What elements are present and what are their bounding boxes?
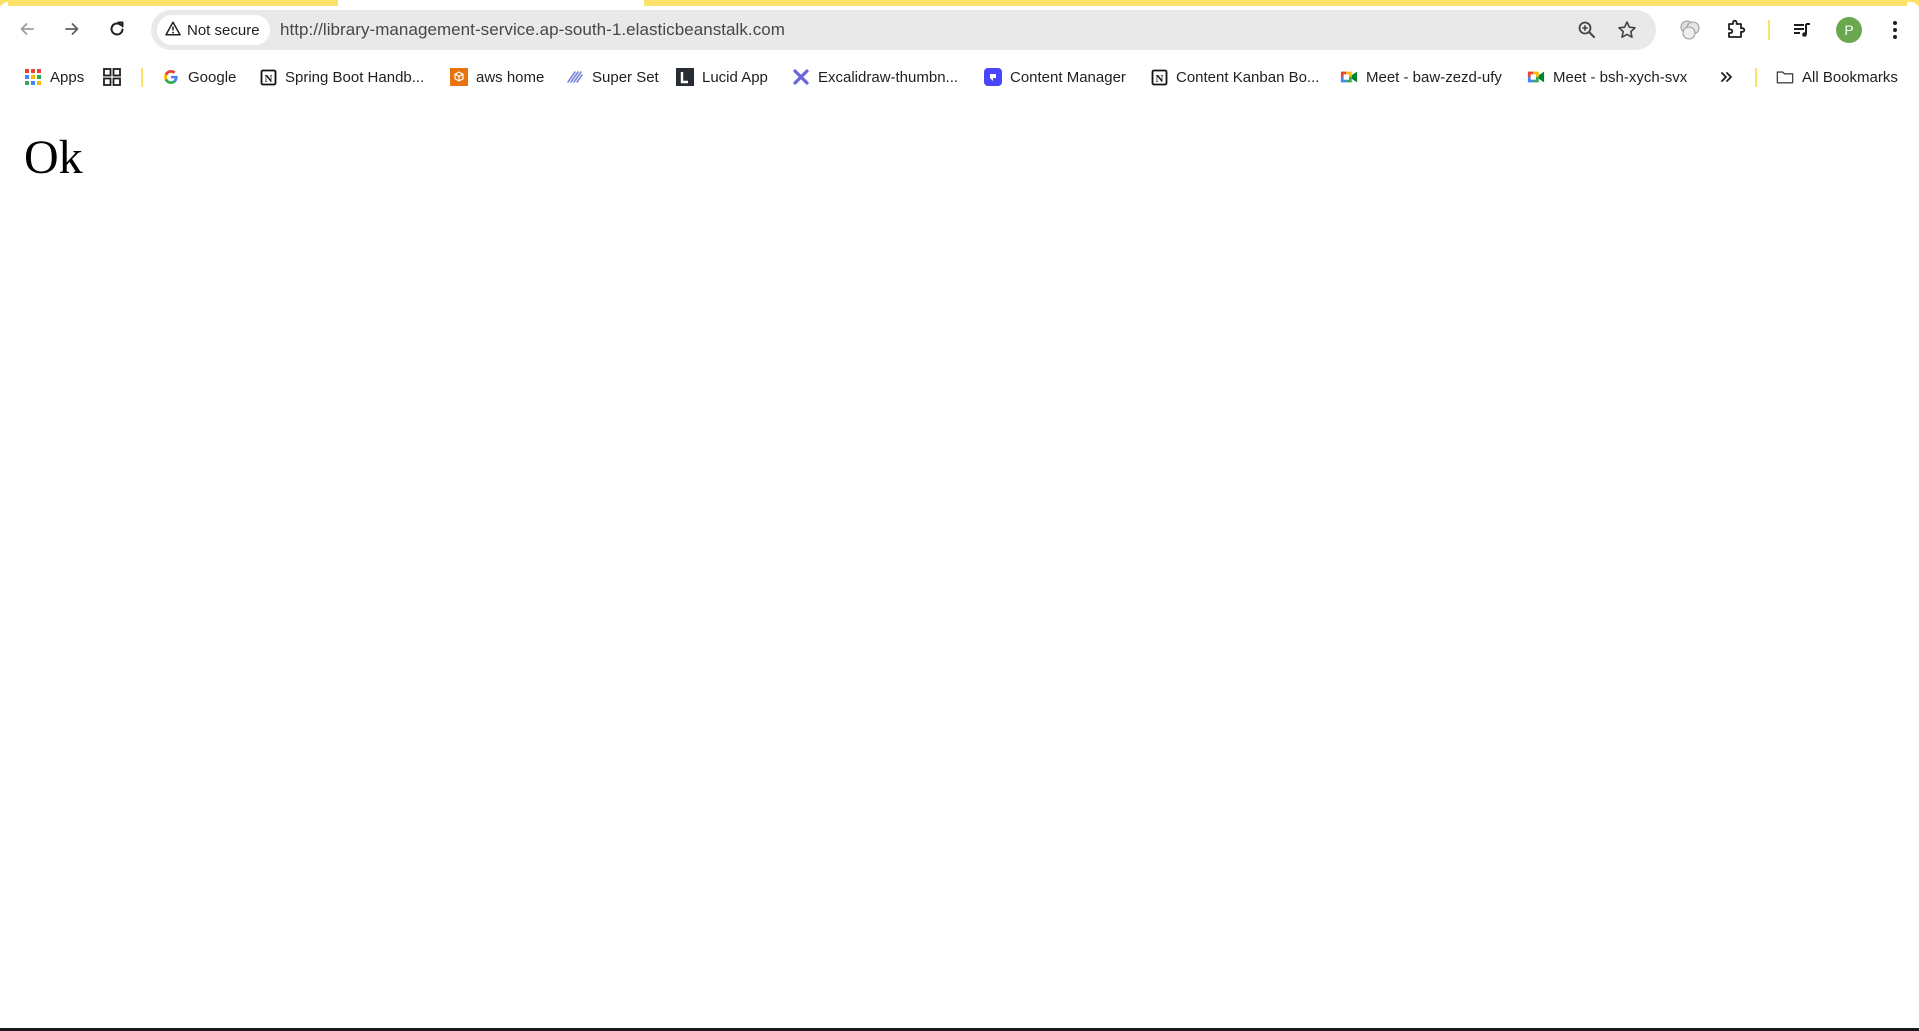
bookmarks-overflow-button[interactable] [1718, 62, 1736, 92]
chevron-double-right-icon [1718, 68, 1736, 86]
aws-icon [450, 68, 468, 86]
bookmark-label: Meet - baw-zezd-ufy [1366, 68, 1502, 86]
bookmark-google[interactable]: Google [162, 62, 236, 92]
bookmark-meet-baw-zezd-ufy[interactable]: Meet - baw-zezd-ufy [1340, 62, 1502, 92]
google-meet-icon [1527, 68, 1545, 86]
bookmarks-divider [1755, 68, 1757, 87]
apps-grid-icon [24, 68, 42, 86]
bookmark-spring-boot-handbook[interactable]: N Spring Boot Handb... [259, 62, 424, 92]
bookmark-super-set[interactable]: Super Set [566, 62, 659, 92]
bookmark-aws-home[interactable]: aws home [450, 62, 544, 92]
bookmark-meet-bsh-xych-svx[interactable]: Meet - bsh-xych-svx [1527, 62, 1687, 92]
bookmark-label: Meet - bsh-xych-svx [1553, 68, 1688, 86]
notion-icon: N [259, 68, 277, 86]
bookmark-label: Super Set [592, 68, 659, 86]
bookmark-label: Apps [50, 68, 85, 86]
bookmark-excalidraw[interactable]: Excalidraw-thumbn... [792, 62, 958, 92]
reload-button[interactable] [100, 12, 134, 46]
media-playlist-icon[interactable] [1787, 15, 1817, 45]
svg-text:N: N [1155, 73, 1163, 85]
puzzle-icon[interactable] [1721, 15, 1751, 45]
extension-blob-icon[interactable] [1675, 15, 1705, 45]
bookmark-label: Lucid App [702, 68, 768, 86]
notion-icon: N [1150, 68, 1168, 86]
bookmark-label: Content Kanban Bo... [1176, 68, 1320, 86]
bookmark-label: Excalidraw-thumbn... [818, 68, 959, 86]
address-bar[interactable]: Not secure http://library-management-ser… [151, 10, 1656, 50]
bookmarks-divider [141, 68, 143, 87]
tab-groups-icon [103, 68, 121, 86]
url-text[interactable]: http://library-management-service.ap-sou… [280, 20, 785, 40]
star-icon[interactable] [1615, 18, 1639, 42]
profile-initial: P [1844, 22, 1854, 38]
toolbar-divider [1768, 20, 1770, 40]
security-indicator-button[interactable]: Not secure [157, 15, 270, 45]
page-body-text: Ok [24, 131, 83, 184]
arrow-left-icon [18, 20, 36, 38]
bookmark-content-kanban[interactable]: N Content Kanban Bo... [1150, 62, 1319, 92]
security-label: Not secure [187, 21, 260, 39]
warning-triangle-icon [165, 20, 181, 40]
bookmark-label: aws home [476, 68, 545, 86]
back-button[interactable] [10, 12, 44, 46]
arrow-right-icon [63, 20, 81, 38]
folder-icon [1776, 68, 1794, 86]
superset-icon [566, 68, 584, 86]
bookmark-label: Spring Boot Handb... [285, 68, 425, 86]
excalidraw-icon [792, 68, 810, 86]
lucid-icon [676, 68, 694, 86]
bookmarks-bar: Apps Google N Spring Boot Handb... aws h… [0, 62, 1919, 92]
bookmark-lucid-app[interactable]: Lucid App [676, 62, 768, 92]
forward-button[interactable] [55, 12, 89, 46]
browser-toolbar: Not secure http://library-management-ser… [0, 6, 1919, 56]
bookmark-tab-groups[interactable] [103, 62, 121, 92]
svg-text:N: N [264, 73, 272, 85]
google-meet-icon [1340, 68, 1358, 86]
kebab-menu-icon[interactable] [1880, 15, 1910, 45]
bookmark-apps[interactable]: Apps [24, 62, 84, 92]
all-bookmarks-label: All Bookmarks [1802, 68, 1898, 86]
all-bookmarks-button[interactable]: All Bookmarks [1776, 62, 1898, 92]
reload-icon [108, 20, 126, 38]
content-manager-icon [984, 68, 1002, 86]
bookmark-content-manager[interactable]: Content Manager [984, 62, 1126, 92]
profile-avatar[interactable]: P [1836, 17, 1862, 43]
zoom-in-icon[interactable] [1575, 18, 1599, 42]
bookmark-label: Google [188, 68, 237, 86]
page-content: Ok [0, 104, 1919, 1027]
google-icon [162, 68, 180, 86]
bookmark-label: Content Manager [1010, 68, 1126, 86]
